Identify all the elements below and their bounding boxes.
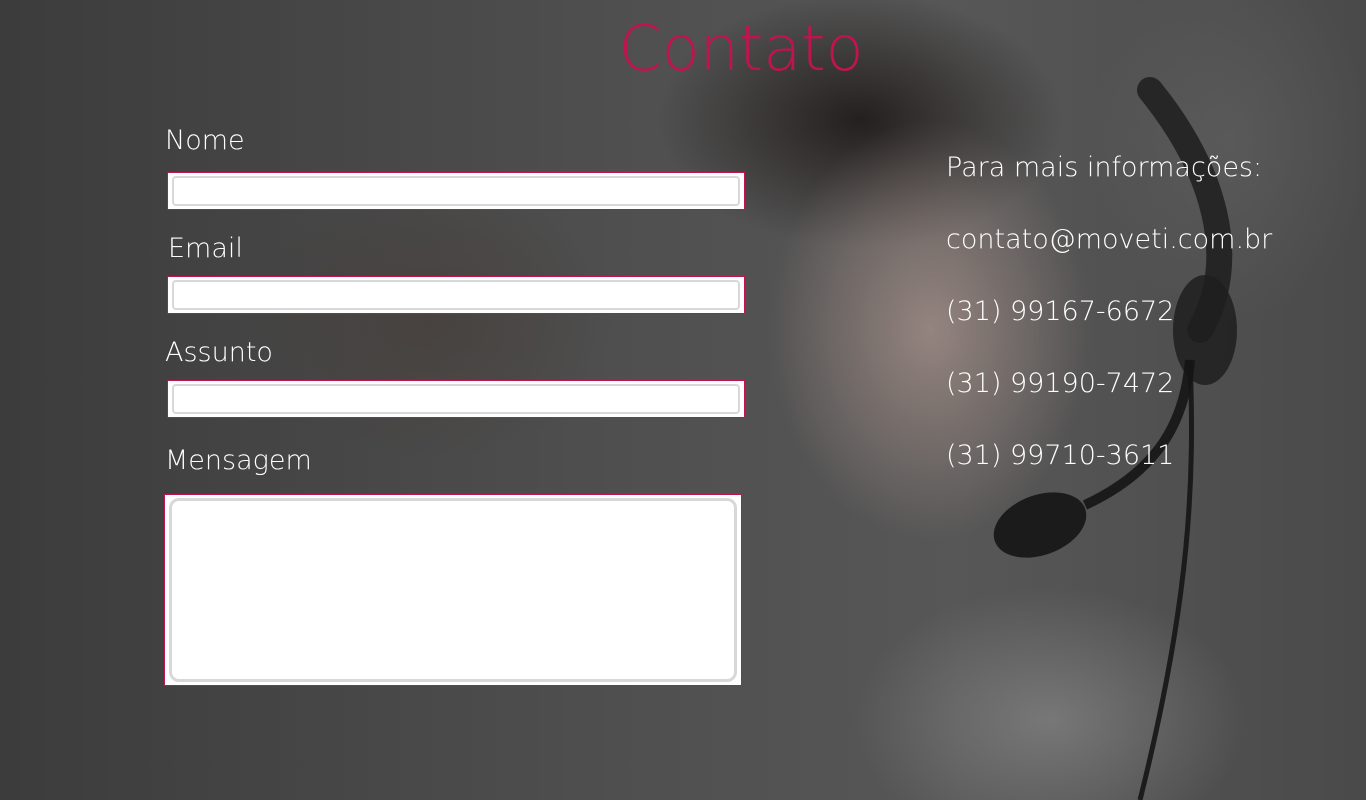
page-title: Contato	[618, 12, 864, 85]
contact-phone-3: (31) 99710-3611	[946, 440, 1175, 471]
contact-phone-1: (31) 99167-6672	[946, 296, 1175, 327]
name-input[interactable]	[172, 176, 740, 206]
message-label: Mensagem	[165, 445, 312, 476]
name-label: Nome	[165, 125, 245, 156]
subject-label: Assunto	[165, 337, 273, 368]
subject-field-frame	[167, 380, 745, 418]
message-field-frame	[164, 494, 742, 686]
info-heading: Para mais informações:	[946, 152, 1263, 183]
subject-input[interactable]	[172, 384, 740, 414]
name-field-frame	[167, 172, 745, 210]
email-label: Email	[168, 233, 243, 264]
contact-email: contato@moveti.com.br	[946, 224, 1273, 255]
email-input[interactable]	[172, 280, 740, 310]
email-field-frame	[167, 276, 745, 314]
contact-phone-2: (31) 99190-7472	[946, 368, 1175, 399]
message-textarea[interactable]	[169, 498, 737, 682]
